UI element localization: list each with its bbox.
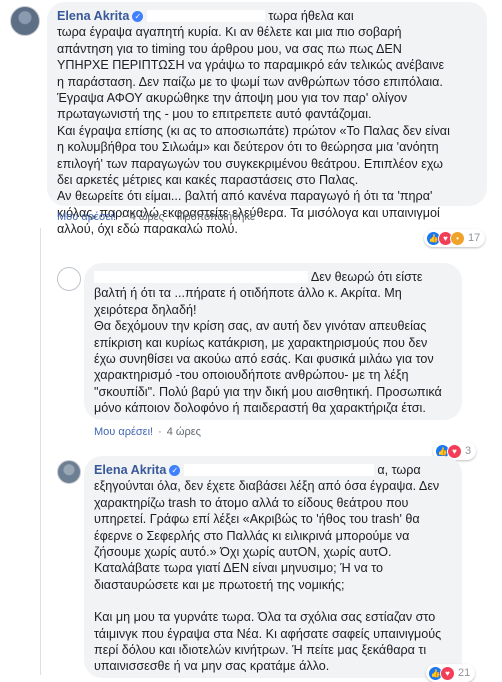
verified-badge-icon: ✓ [169, 465, 181, 476]
comment-text-line: τάιμινγκ που έγραψα στα Νέα. Κι αφήσατε … [94, 626, 442, 641]
reply-bubble: Δεν θεωρώ ότι είστε βαλτή ή ότι τα ...πή… [84, 263, 462, 420]
comment-text-line: απάντηση για το timing του άρθρου μου, ν… [57, 41, 402, 56]
comment-text-line: επιλογή' των παραγωγών του συγκεκριμένου… [57, 156, 443, 171]
comment-text-line: Και μη μου τα γυρνάτε τωρα. Όλα τα σχόλι… [94, 610, 436, 625]
comment-text-line: ζήσουμε χωρίς αυτό.» Όχι χωρίς αυτΟΝ, χω… [94, 545, 392, 560]
comment-text-line [94, 593, 452, 609]
comment-text-line: δει αρκετές μέτριες και κακές παραστάσει… [57, 173, 359, 188]
redacted-text [94, 271, 308, 283]
comment-text-line: μόνο κάποιον δολοφόνο ή παιδεραστή θα χα… [94, 401, 426, 416]
like-button[interactable]: Μου αρέσει! [57, 211, 116, 223]
reaction-count: 21 [458, 667, 471, 679]
comment-text-line: έχω συνηθίσει να ακούω από εσάς. Και φυσ… [94, 352, 434, 367]
comment-actions: Μου αρέσει! · 4 ώρες · Τροποποιήθηκε [57, 211, 255, 223]
avatar[interactable] [57, 460, 81, 484]
comment-text-line: η παράσταση. Δεν παίζω με το ψωμί των αν… [57, 74, 443, 89]
comment-text-line: επίκριση και κυρίως κατάκριση, με χαρακτ… [94, 335, 428, 350]
thread-line [40, 228, 41, 675]
comment-text-line: περί δόλου και ιδιοτελών κινήτρων. Ή πεί… [94, 643, 427, 658]
comment-text-line: χειρότερα δηλαδή! [94, 302, 197, 317]
comment-text-line: η κολυμβήθρα του Σιλωάμ» και δεύτερον ότ… [57, 140, 439, 155]
comment-text-line: υπαινισσεσθε ή να μην σας κρατάμε άλλο. [94, 659, 330, 674]
comment-text-line: Θα δεχόμουν την κρίση σας, αν αυτή δεν γ… [94, 319, 427, 334]
comment-text-line: "σκουπίδι". Πολύ βαρύ για την δική μου α… [94, 384, 442, 399]
reply-bubble: Elena Akrita ✓ α, τωρα εξηγούνται όλα, δε… [84, 456, 462, 678]
comment-text-line: τωρα ήθελα και [268, 9, 354, 23]
comment-actions: Μου αρέσει! · 4 ώρες [94, 426, 201, 438]
like-button[interactable]: Μου αρέσει! [94, 426, 153, 438]
comment-text-line: α, τωρα [377, 463, 421, 477]
reactions-summary[interactable]: 👍 ♥ 21 [426, 664, 476, 682]
comment-bubble: Elena Akrita ✓ τωρα ήθελα και τωρα έγραψα… [47, 2, 487, 236]
comment-text-line: διασταυρώσετε και με πρωτοετή της νομική… [94, 577, 345, 592]
redacted-text [183, 464, 374, 476]
reactions-summary[interactable]: 👍 ♥ • 17 [424, 229, 486, 247]
comment-author[interactable]: Elena Akrita [94, 463, 166, 477]
angry-reaction-icon: • [450, 230, 465, 246]
comment-text-line: πρωταγωνιστή της - μου το επιτρεπετε αυτ… [57, 107, 372, 122]
comment-header: Elena Akrita ✓ α, τωρα [94, 462, 452, 478]
comment-text-line: χαρακτηρισμό -του οποιουδήποτε ανθρώπου-… [94, 368, 409, 383]
comment-text-line: χαρακτηρίζω trash το άτομο αλλά το είδου… [94, 495, 409, 510]
comment-header: Δεν θεωρώ ότι είστε [94, 269, 452, 285]
avatar[interactable] [10, 6, 40, 36]
verified-badge-icon: ✓ [132, 11, 144, 22]
edited-label[interactable]: Τροποποιήθηκε [178, 211, 255, 223]
redacted-text [146, 10, 265, 22]
comment-author[interactable]: Elena Akrita [57, 9, 129, 23]
comment-text-line: Δεν θεωρώ ότι είστε [310, 270, 423, 284]
comment-text-line: εξηγούνται όλα, δεν έχετε διαβάσει λέξη … [94, 479, 440, 494]
comment-text-line: Έγραψα ΑΦΟΥ ακυρώθηκε την άποψη μου για … [57, 91, 408, 106]
comment-text-line: Και έγραψα επίσης (κι ας το αποσιωπάτε) … [57, 123, 450, 138]
comment-text-line: ΥΠΗΡΧΕ ΠΕΡΙΠΤΩΣΗ να γράψω το παραμικρό ε… [57, 58, 445, 73]
comment-text-line: βαλτή ή ότι τα ...πήρατε ή οτιδήποτε άλλ… [94, 286, 402, 301]
comment-text-line: τωρα έγραψα αγαπητή κυρία. Κι αν θέλετε … [57, 25, 402, 40]
comment-text-line: έφερνε ο Σεφερλής στο Παλλάς κι ειλικριν… [94, 528, 410, 543]
comment-text-line: υπηρετεί. Γράφω επί λέξει «Ακριβώς το 'ή… [94, 512, 420, 527]
comment-timestamp[interactable]: 4 ώρες [130, 211, 164, 223]
reaction-count: 3 [465, 445, 472, 457]
reaction-count: 17 [468, 232, 481, 244]
comment-text-line: Καταλάβατε τωρα γιατί ΔΕΝ είναι μηνυσιμο… [94, 561, 384, 576]
avatar[interactable] [57, 267, 81, 291]
comment-text-line: αλλού, όχι εδώ παρακαλώ πολύ. [57, 222, 238, 237]
love-reaction-icon: ♥ [440, 665, 455, 681]
comment-timestamp[interactable]: 4 ώρες [167, 426, 201, 438]
comment-text-line: Αν θεωρείτε ότι είμαι... βαλτή από κανέν… [57, 189, 433, 204]
comment-header: Elena Akrita ✓ τωρα ήθελα και [57, 8, 477, 24]
